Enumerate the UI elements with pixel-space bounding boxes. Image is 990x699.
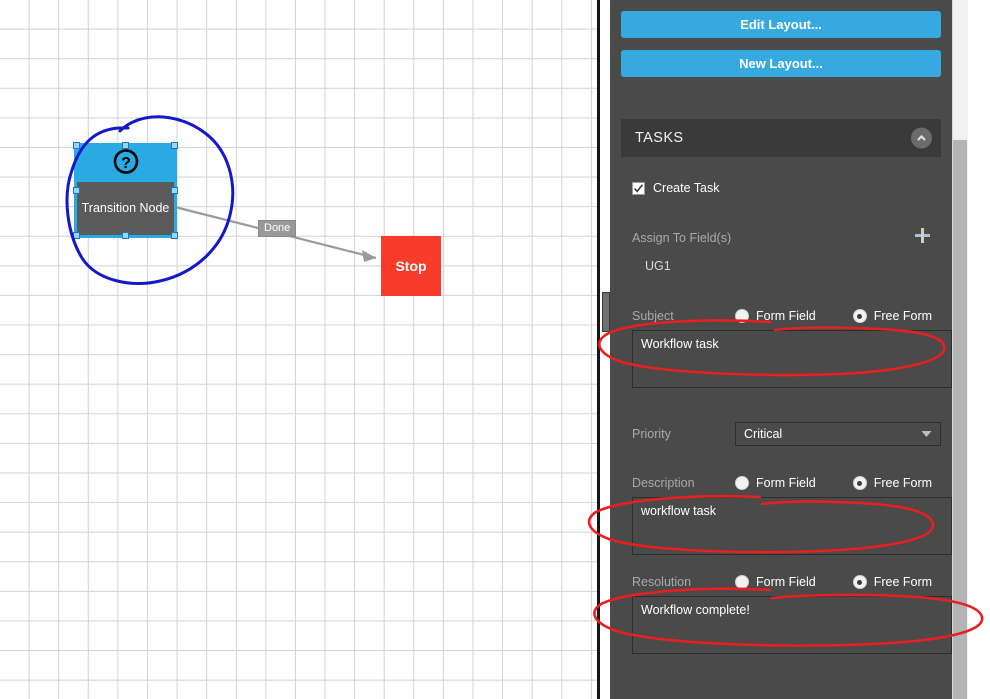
- workflow-editor: ? Transition Node Done Stop Edit Layout.…: [0, 0, 990, 699]
- description-radio-free-form[interactable]: Free Form: [852, 476, 933, 490]
- description-row: Description Form Field Free Form: [621, 476, 941, 490]
- priority-select-value: Critical: [744, 427, 783, 441]
- radio-icon-selected: [852, 309, 867, 323]
- radio-icon-selected: [852, 476, 867, 490]
- create-task-label: Create Task: [653, 181, 720, 195]
- tasks-section-title: TASKS: [635, 130, 684, 146]
- description-radio-form-field[interactable]: Form Field: [735, 476, 816, 490]
- subject-row: Subject Form Field Free Form: [621, 309, 941, 323]
- properties-panel: Edit Layout... New Layout... TASKS Creat…: [610, 0, 952, 699]
- resolution-radio-free-form[interactable]: Free Form: [852, 575, 933, 589]
- right-background-filler: [968, 0, 990, 699]
- edit-layout-button[interactable]: Edit Layout...: [621, 11, 941, 38]
- priority-label: Priority: [632, 427, 671, 441]
- subject-form-field-label: Form Field: [756, 309, 816, 323]
- resolution-label: Resolution: [632, 575, 692, 589]
- canvas-right-edge: [597, 0, 600, 699]
- create-task-checkbox[interactable]: [632, 181, 645, 195]
- radio-icon-selected: [852, 575, 867, 589]
- resolution-radio-form-field[interactable]: Form Field: [735, 575, 816, 589]
- resolution-free-form-label: Free Form: [873, 575, 933, 589]
- description-free-form-label: Free Form: [873, 476, 933, 490]
- new-layout-button[interactable]: New Layout...: [621, 50, 941, 77]
- radio-icon-unselected: [735, 309, 749, 323]
- resolution-textarea[interactable]: [632, 596, 952, 654]
- description-textarea[interactable]: [632, 497, 952, 555]
- panel-splitter-handle[interactable]: [602, 292, 610, 332]
- plus-icon[interactable]: [914, 227, 931, 249]
- subject-free-form-label: Free Form: [873, 309, 933, 323]
- subject-label: Subject: [632, 309, 674, 323]
- tasks-section-header[interactable]: TASKS: [621, 119, 941, 157]
- subject-radio-form-field[interactable]: Form Field: [735, 309, 816, 323]
- annotation-blue-circle: [65, 115, 235, 285]
- workflow-canvas[interactable]: ? Transition Node Done Stop: [0, 0, 600, 699]
- description-form-field-label: Form Field: [756, 476, 816, 490]
- resolution-form-field-label: Form Field: [756, 575, 816, 589]
- radio-icon-unselected: [735, 575, 749, 589]
- assign-to-fields-value[interactable]: UG1: [621, 259, 941, 273]
- create-task-row[interactable]: Create Task: [621, 181, 941, 195]
- subject-textarea[interactable]: [632, 330, 952, 388]
- subject-radio-free-form[interactable]: Free Form: [852, 309, 933, 323]
- panel-scrollbar-thumb[interactable]: [953, 140, 967, 699]
- chevron-down-icon: [921, 427, 932, 441]
- radio-icon-unselected: [735, 476, 749, 490]
- chevron-up-icon[interactable]: [911, 127, 932, 149]
- assign-to-fields-row: Assign To Field(s): [621, 227, 941, 249]
- assign-to-fields-label: Assign To Field(s): [632, 231, 732, 245]
- priority-row: Priority Critical: [621, 422, 941, 446]
- resolution-row: Resolution Form Field Free Form: [621, 575, 941, 589]
- description-label: Description: [632, 476, 695, 490]
- priority-select[interactable]: Critical: [735, 422, 941, 446]
